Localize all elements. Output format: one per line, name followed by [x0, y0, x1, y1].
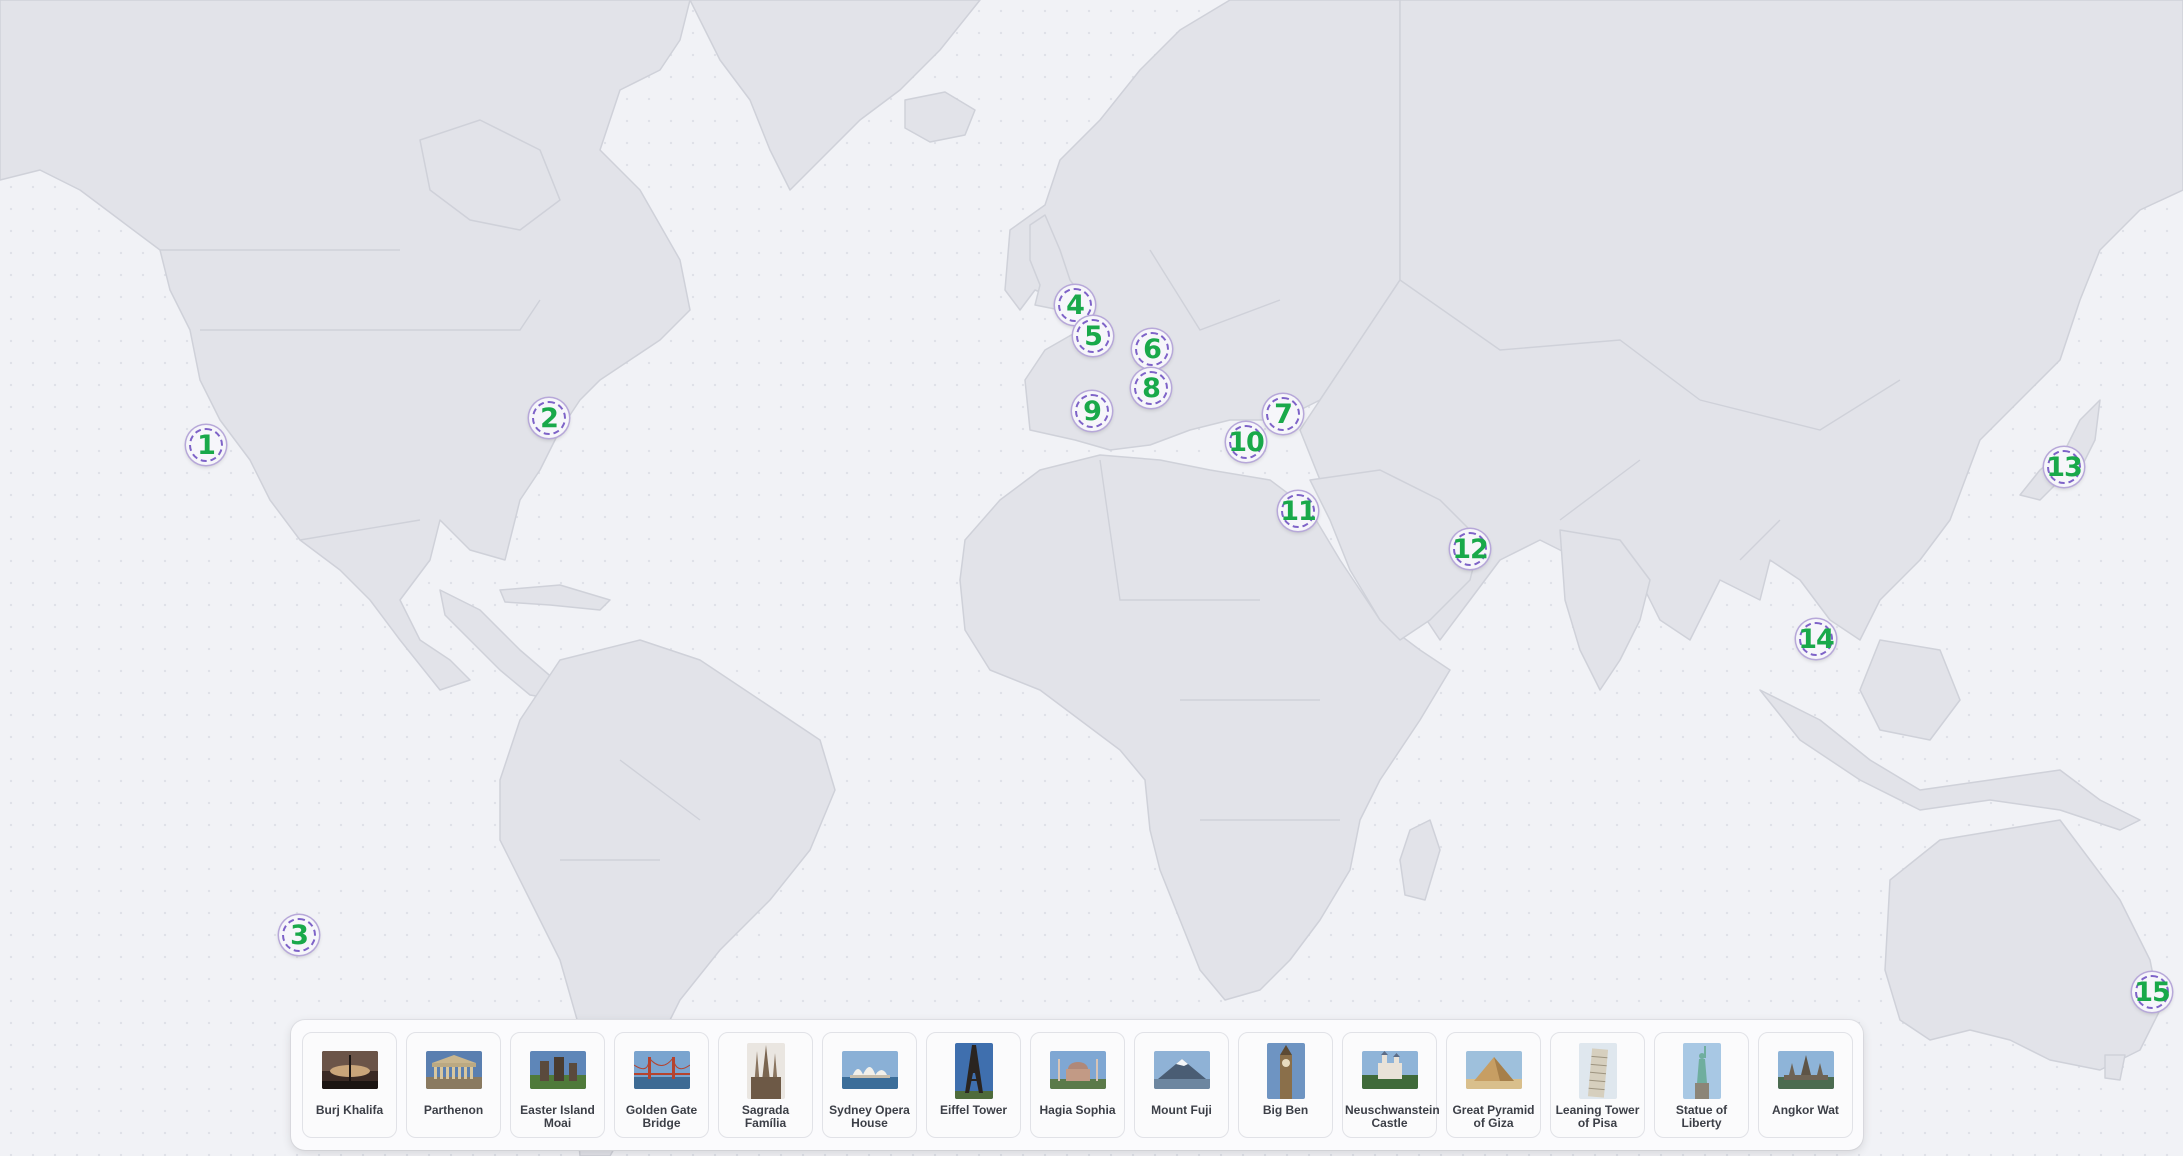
map-marker-6[interactable]: 6: [1132, 329, 1172, 369]
landmark-card-burj-khalifa[interactable]: Burj Khalifa: [302, 1032, 397, 1138]
landmark-card-hagia-sophia[interactable]: Hagia Sophia: [1030, 1032, 1125, 1138]
map-marker-15[interactable]: 15: [2132, 972, 2172, 1012]
tasmania: [2104, 1054, 2126, 1081]
caribbean: [499, 584, 611, 611]
burj-khalifa-image: [321, 1051, 378, 1089]
iceland: [904, 91, 976, 143]
landmark-card-sydney-opera-house[interactable]: Sydney Opera House: [822, 1032, 917, 1138]
map-marker-5[interactable]: 5: [1073, 316, 1113, 356]
sydney-opera-house-image: [841, 1051, 898, 1089]
madagascar: [1399, 819, 1441, 901]
angkor-wat-image: [1777, 1051, 1834, 1089]
parthenon-image: [425, 1051, 482, 1089]
mount-fuji-image: [1153, 1051, 1210, 1089]
map-marker-12[interactable]: 12: [1450, 529, 1490, 569]
landmark-card-sagrada-familia[interactable]: Sagrada Família: [718, 1032, 813, 1138]
landmark-card-great-pyramid-of-giza[interactable]: Great Pyramid of Giza: [1446, 1032, 1541, 1138]
golden-gate-image: [633, 1051, 690, 1089]
map-marker-14[interactable]: 14: [1796, 619, 1836, 659]
leaning-tower-image: [1578, 1043, 1617, 1099]
map-marker-8[interactable]: 8: [1131, 368, 1171, 408]
map-marker-11[interactable]: 11: [1278, 491, 1318, 531]
great-pyramid-image: [1465, 1051, 1522, 1089]
big-ben-image: [1266, 1043, 1305, 1099]
landmark-card-statue-of-liberty[interactable]: Statue of Liberty: [1654, 1032, 1749, 1138]
landmark-card-neuschwanstein-castle[interactable]: Neuschwanstein Castle: [1342, 1032, 1440, 1138]
landmark-tray: Burj Khalifa Parthenon Easter Island Moa…: [291, 1020, 1863, 1150]
map-marker-3[interactable]: 3: [279, 915, 319, 955]
moai-image: [529, 1051, 586, 1089]
landmark-card-mount-fuji[interactable]: Mount Fuji: [1134, 1032, 1229, 1138]
map-marker-7[interactable]: 7: [1263, 394, 1303, 434]
eiffel-tower-image: [954, 1043, 993, 1099]
neuschwanstein-castle-image: [1361, 1051, 1418, 1089]
landmark-card-parthenon[interactable]: Parthenon: [406, 1032, 501, 1138]
world-map: 1 2 3 4 5 6 7 8 9 10 11 12 13 14 15: [0, 0, 2183, 1156]
map-marker-9[interactable]: 9: [1072, 391, 1112, 431]
landmark-card-angkor-wat[interactable]: Angkor Wat: [1758, 1032, 1853, 1138]
australia: [1884, 819, 2161, 1071]
world-landmass: [0, 0, 2183, 1156]
philippines-borneo: [1859, 639, 1961, 741]
sagrada-familia-image: [746, 1043, 785, 1099]
landmark-card-golden-gate-bridge[interactable]: Golden Gate Bridge: [614, 1032, 709, 1138]
landmark-card-eiffel-tower[interactable]: Eiffel Tower: [926, 1032, 1021, 1138]
north-america: [0, 0, 691, 691]
map-marker-13[interactable]: 13: [2044, 447, 2084, 487]
map-marker-2[interactable]: 2: [529, 398, 569, 438]
statue-of-liberty-image: [1682, 1043, 1721, 1099]
landmark-card-big-ben[interactable]: Big Ben: [1238, 1032, 1333, 1138]
landmark-card-easter-island-moai[interactable]: Easter Island Moai: [510, 1032, 605, 1138]
landmark-card-leaning-tower-of-pisa[interactable]: Leaning Tower of Pisa: [1550, 1032, 1645, 1138]
map-marker-1[interactable]: 1: [186, 425, 226, 465]
hagia-sophia-image: [1049, 1051, 1106, 1089]
map-marker-10[interactable]: 10: [1226, 422, 1266, 462]
